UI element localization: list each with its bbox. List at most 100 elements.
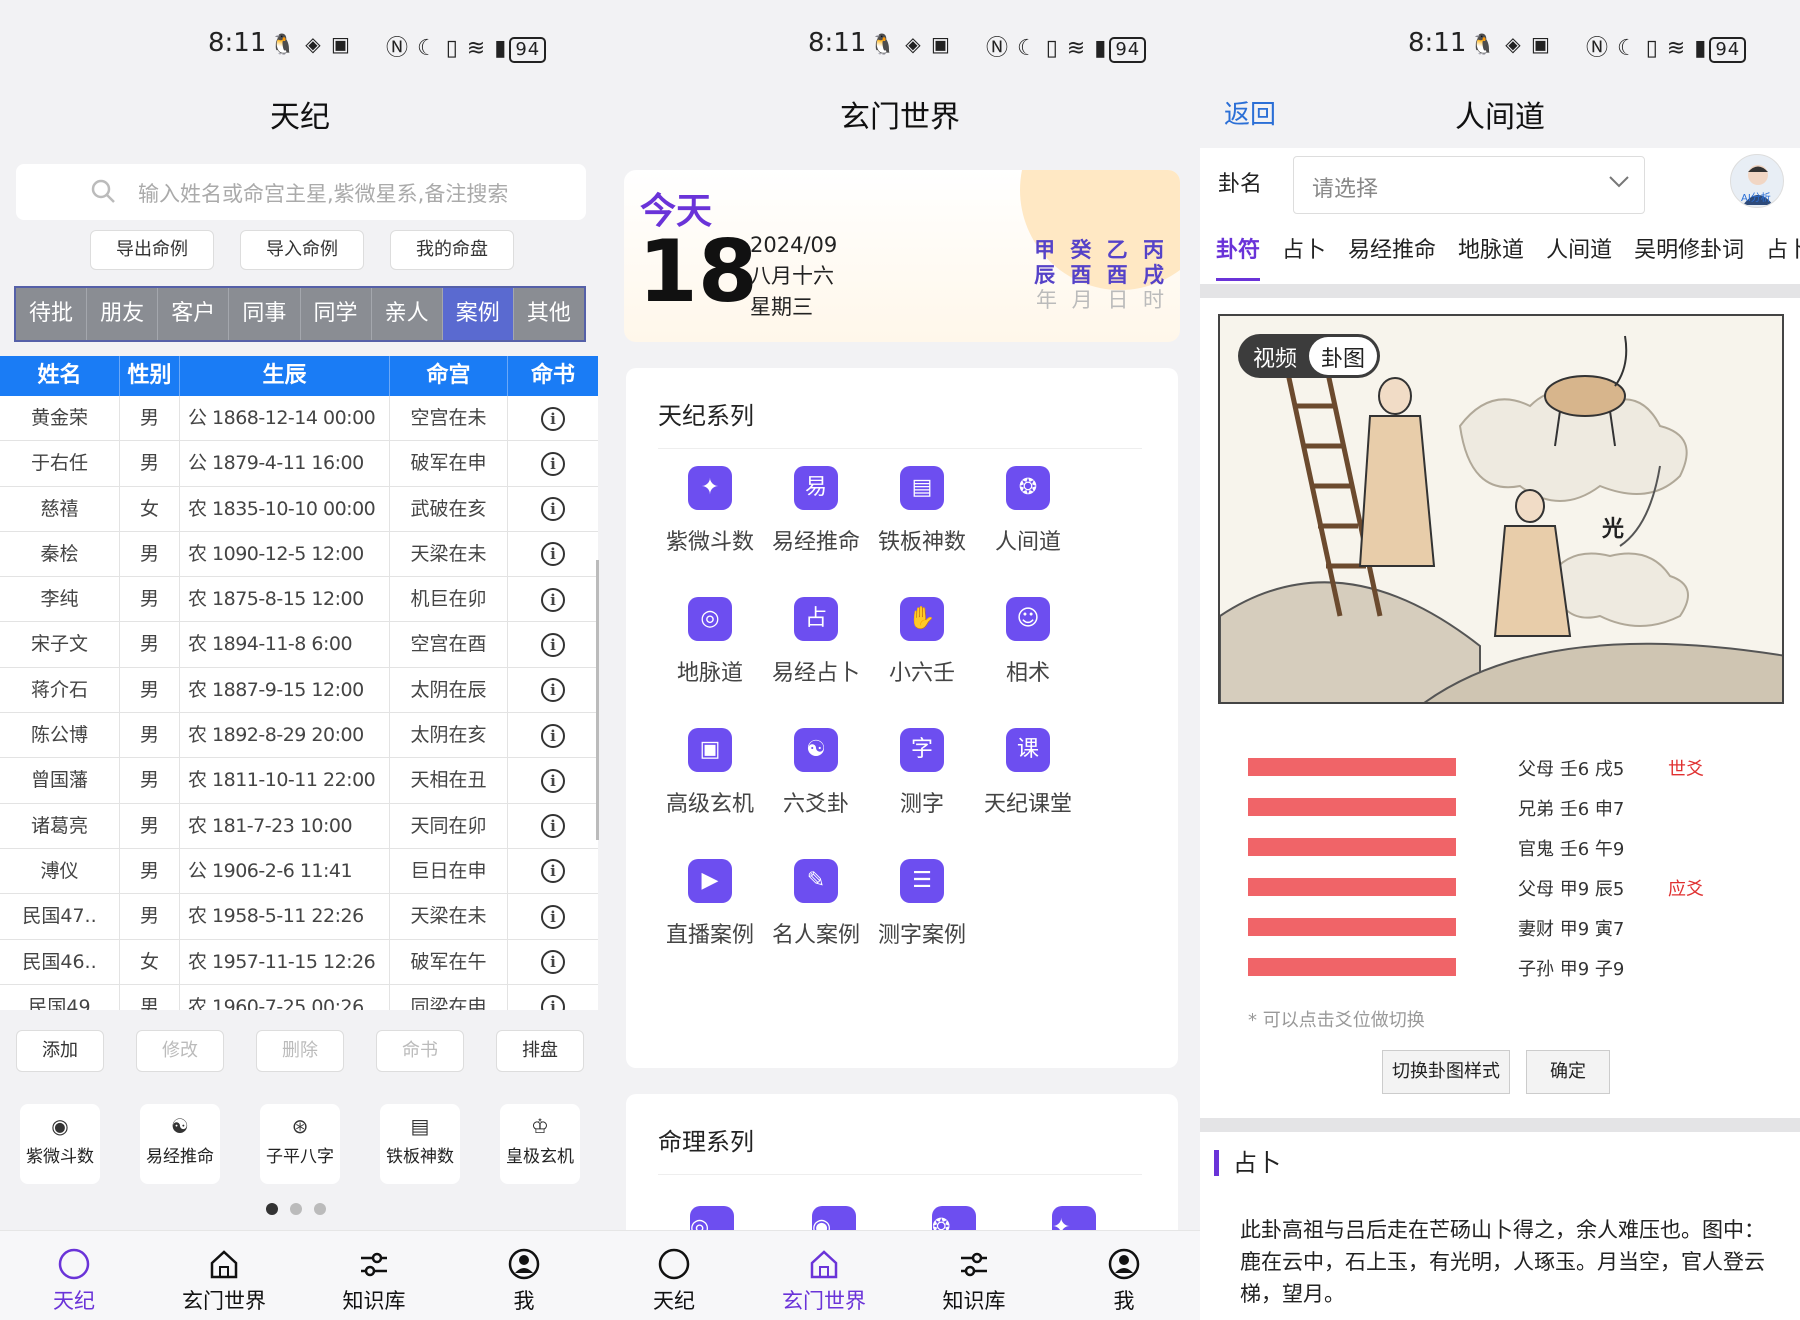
tab-zhanbu-2[interactable]: 占卜 [1766,232,1800,278]
my-chart-button[interactable]: 我的命盘 [390,230,514,270]
tab-knowledge[interactable]: 知识库 [314,1247,434,1315]
column-header[interactable]: 命书 [508,356,598,396]
tab-wuming[interactable]: 吴明修卦词 [1634,232,1744,278]
chart-button[interactable]: 排盘 [496,1030,584,1072]
table-row[interactable]: 溥仪男公 1906-2-6 11:41 巨日在申 i [0,848,598,895]
feature-item[interactable]: ✦ 紫微斗数 [650,466,770,556]
quick-ziping[interactable]: ⊛ 子平八字 [260,1104,340,1184]
gua-select[interactable]: 请选择 [1293,156,1645,214]
table-row[interactable]: 蒋介石男农 1887-9-15 12:00 太阴在辰 i [0,667,598,714]
tab-me[interactable]: 我 [1064,1247,1184,1315]
tab-knowledge[interactable]: 知识库 [914,1247,1034,1315]
import-cases-button[interactable]: 导入命例 [240,230,364,270]
info-icon[interactable]: i [541,904,565,929]
yao-line[interactable] [1248,798,1456,816]
table-row[interactable]: 黄金荣男公 1868-12-14 00:00 空宫在未 i [0,396,598,442]
info-icon[interactable]: i [541,542,565,567]
info-icon[interactable]: i [541,678,565,703]
yao-line[interactable] [1248,758,1456,776]
quick-huangji[interactable]: ♔ 皇极玄机 [500,1104,580,1184]
group-tab-active[interactable]: 案例 [442,288,514,340]
table-row[interactable]: 于右任男公 1879-4-11 16:00 破军在申 i [0,441,598,487]
feature-item[interactable]: ☰ 测字案例 [862,859,982,949]
feature-item[interactable]: ❂ 人间道 [968,466,1088,556]
delete-button[interactable]: 删除 [256,1030,344,1072]
info-icon[interactable]: i [541,406,565,431]
feature-item[interactable]: 字测字 [862,728,982,818]
ai-avatar[interactable]: AI分析 [1730,154,1784,208]
tab-guafu[interactable]: 卦符 [1216,232,1261,281]
info-icon[interactable]: i [541,950,565,975]
feature-item[interactable]: ◎ 地脉道 [650,597,770,687]
group-tab[interactable]: 亲人 [372,288,443,340]
tab-dimai[interactable]: 地脉道 [1458,232,1524,278]
table-row[interactable]: 民国47.. 男农 1958-5-11 22:26 天梁在未 i [0,894,598,940]
yao-line[interactable] [1248,878,1456,896]
group-tab[interactable]: 同学 [301,288,372,340]
info-icon[interactable]: i [541,451,565,476]
quick-ziwei[interactable]: ◉ 紫微斗数 [20,1104,100,1184]
column-header[interactable]: 命宫 [390,356,508,396]
info-icon[interactable]: i [541,587,565,612]
scrollbar[interactable] [596,560,599,840]
export-cases-button[interactable]: 导出命例 [90,230,214,270]
feature-item[interactable]: 占易经占卜 [756,597,876,687]
feature-item[interactable]: 易易经推命 [756,466,876,556]
feature-item[interactable]: ✋ 小六壬 [862,597,982,687]
book-button[interactable]: 命书 [376,1030,464,1072]
column-header[interactable]: 姓名 [0,356,120,396]
feature-item[interactable]: ✎ 名人案例 [756,859,876,949]
feature-item[interactable]: ☯ 六爻卦 [756,728,876,818]
tab-renjian[interactable]: 人间道 [1546,232,1612,278]
tab-yijing[interactable]: 易经推命 [1348,232,1436,278]
search-input[interactable]: 输入姓名或命宫主星,紫微星系,备注搜索 [16,164,586,220]
tab-tianji[interactable]: 天纪 [14,1247,134,1315]
feature-item[interactable]: ▣ 高级玄机 [650,728,770,818]
tab-tianji[interactable]: 天纪 [614,1247,734,1315]
feature-item[interactable]: ▶ 直播案例 [650,859,770,949]
feature-item[interactable]: ☺ 相术 [968,597,1088,687]
table-row[interactable]: 诸葛亮男农 181-7-23 10:00 天同在卯 i [0,803,598,849]
feature-item[interactable]: 课天纪课堂 [968,728,1088,818]
group-tab[interactable]: 客户 [158,288,230,340]
yao-line[interactable] [1248,918,1456,936]
quick-tieban[interactable]: ▤ 铁板神数 [380,1104,460,1184]
switch-style-button[interactable]: 切换卦图样式 [1382,1050,1510,1094]
table-row[interactable]: 秦桧男农 1090-12-5 12:00 天梁在未 i [0,531,598,578]
info-icon[interactable]: i [541,497,565,522]
tab-zhanbu[interactable]: 占卜 [1282,232,1326,278]
info-icon[interactable]: i [541,859,565,884]
info-icon[interactable]: i [541,814,565,839]
gua-image-tab[interactable]: 卦图 [1309,337,1378,375]
today-card[interactable]: 今天 18 2024/09 八月十六 星期三 甲 癸 乙 丙 辰 酉 酉 戌 年… [624,170,1180,342]
video-tab[interactable]: 视频 [1241,337,1309,375]
tab-xuanmen[interactable]: 玄门世界 [164,1247,284,1315]
yao-line[interactable] [1248,838,1456,856]
info-icon[interactable]: i [541,632,565,657]
group-tab[interactable]: 朋友 [87,288,159,340]
group-tab[interactable]: 同事 [229,288,301,340]
table-row[interactable]: 慈禧女农 1835-10-10 00:00 武破在亥 i [0,486,598,532]
confirm-button[interactable]: 确定 [1526,1050,1610,1094]
page-dot[interactable] [314,1203,326,1215]
quick-yijing[interactable]: ☯ 易经推命 [140,1104,220,1184]
group-tab[interactable]: 待批 [16,288,88,340]
info-icon[interactable]: i [541,723,565,748]
table-row[interactable]: 民国46.. 女农 1957-11-15 12:26 破军在午 i [0,939,598,985]
add-button[interactable]: 添加 [16,1030,104,1072]
page-dot[interactable] [290,1203,302,1215]
info-icon[interactable]: i [541,995,565,1010]
page-dot-active[interactable] [266,1203,278,1215]
yao-line[interactable] [1248,958,1456,976]
edit-button[interactable]: 修改 [136,1030,224,1072]
feature-item[interactable]: ▤ 铁板神数 [862,466,982,556]
column-header[interactable]: 性别 [120,356,180,396]
table-row[interactable]: 曾国藩男农 1811-10-11 22:00 天相在丑 i [0,758,598,804]
group-tab[interactable]: 其他 [514,288,584,340]
tab-xuanmen[interactable]: 玄门世界 [764,1247,884,1315]
column-header[interactable]: 生辰 [180,356,390,396]
table-row[interactable]: 宋子文男农 1894-11-8 6:00 空宫在酉 i [0,622,598,668]
table-row[interactable]: 陈公博男农 1892-8-29 20:00 太阴在亥 i [0,713,598,759]
info-icon[interactable]: i [541,768,565,793]
table-row[interactable]: 李纯男农 1875-8-15 12:00 机巨在卯 i [0,577,598,623]
